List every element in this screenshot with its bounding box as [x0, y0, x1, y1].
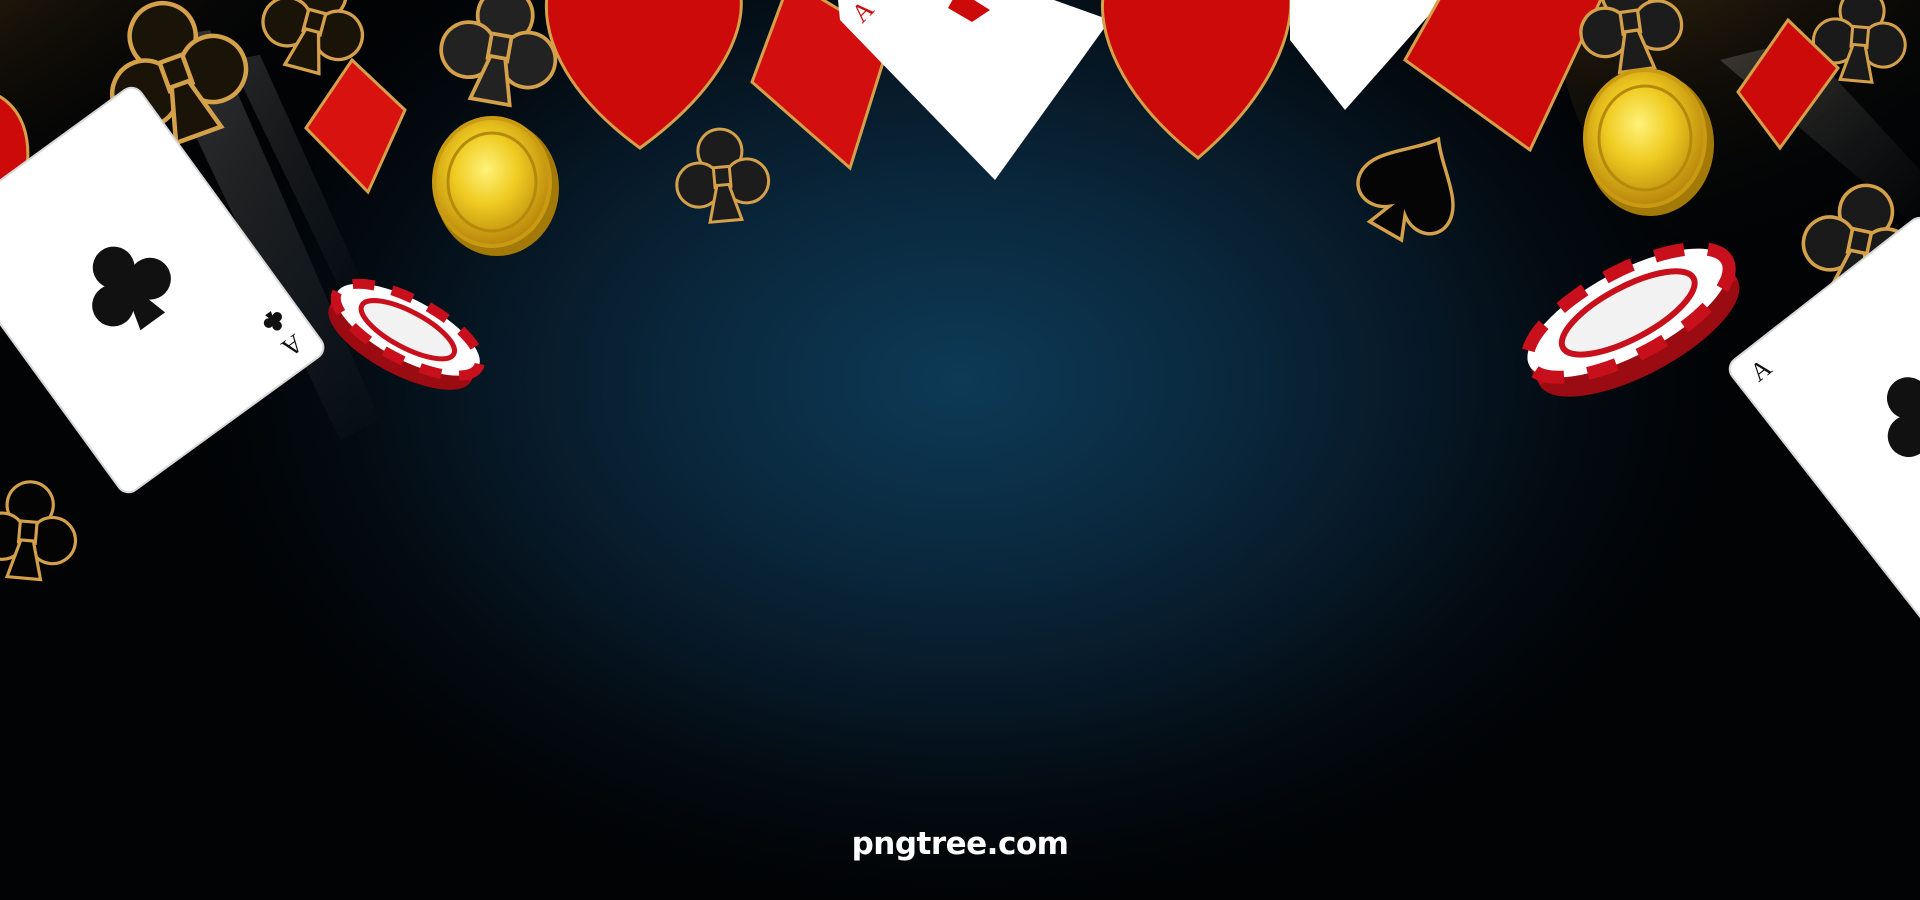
clubs-icon — [670, 123, 774, 227]
hearts-icon — [544, 0, 743, 150]
hearts-icon — [1100, 0, 1293, 160]
poker-chip-icon — [1520, 242, 1740, 397]
gold-coin-icon — [432, 116, 559, 256]
spades-icon — [1340, 112, 1484, 258]
casino-illustration: A A A — [0, 0, 1920, 624]
clubs-icon — [0, 476, 82, 584]
watermark-text: pngtree.com — [851, 826, 1069, 862]
casino-background: A A A pngtree.com — [0, 0, 1920, 900]
